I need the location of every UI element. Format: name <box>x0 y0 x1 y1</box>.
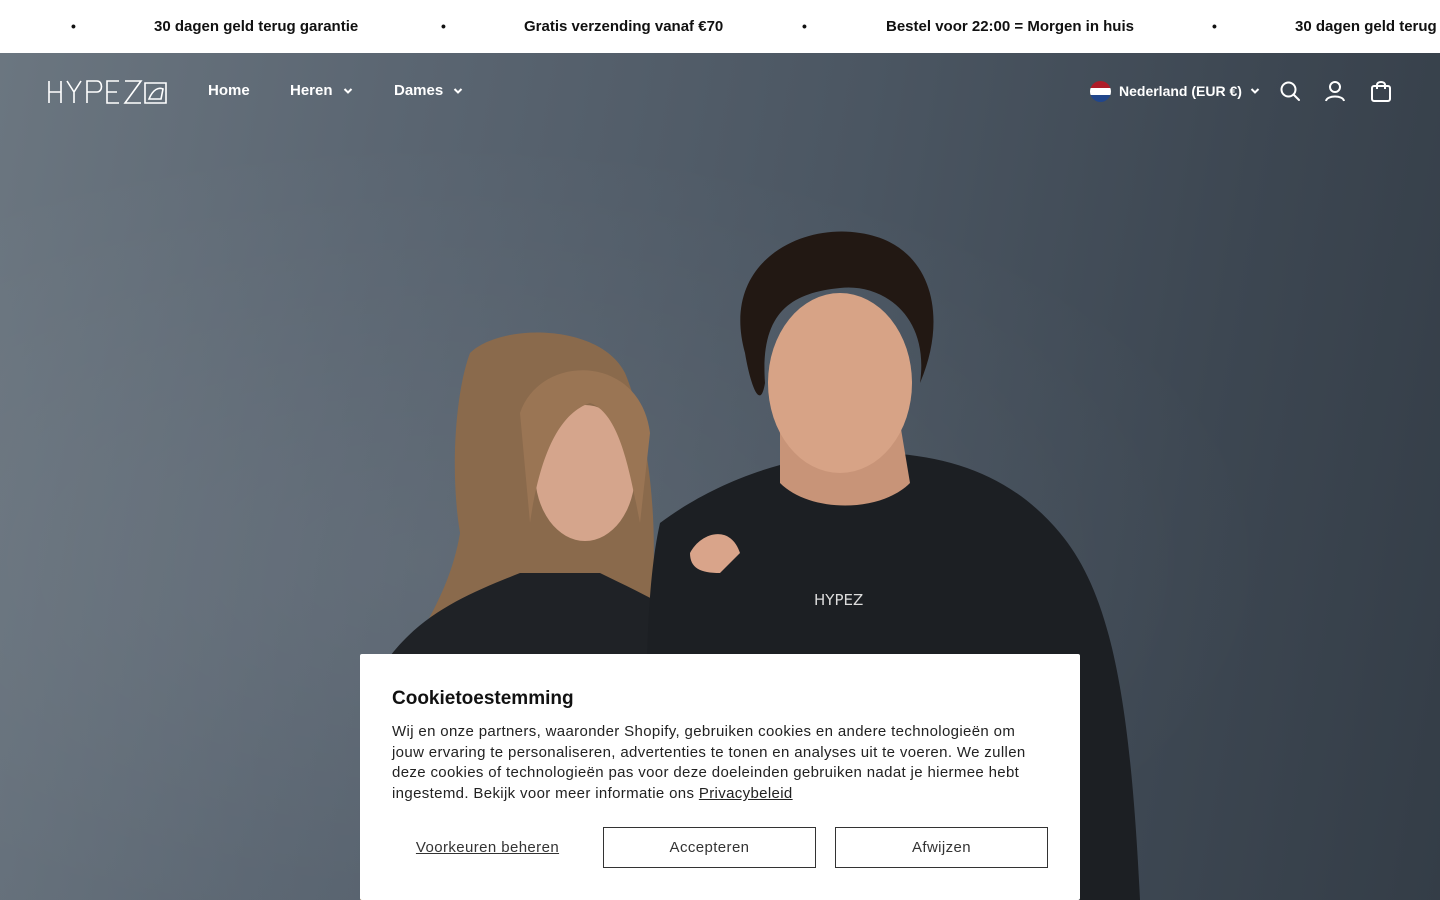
announcement-track: • 30 dagen geld terug garantie • Gratis … <box>0 0 1440 53</box>
site-header: Home Heren Dames Nederland (EUR €) <box>0 53 1440 129</box>
nav-home-label: Home <box>208 82 250 99</box>
locale-selector[interactable]: Nederland (EUR €) <box>1090 77 1260 105</box>
cart-icon[interactable] <box>1370 80 1392 102</box>
announcement-bar: • 30 dagen geld terug garantie • Gratis … <box>0 0 1440 53</box>
privacy-policy-link[interactable]: Privacybeleid <box>699 785 793 802</box>
cookie-consent-banner: Cookietoestemming Wij en onze partners, … <box>360 654 1080 900</box>
manage-preferences-button[interactable]: Voorkeuren beheren <box>392 827 583 868</box>
cookie-actions: Voorkeuren beheren Accepteren Afwijzen <box>392 827 1048 868</box>
cookie-description: Wij en onze partners, waaronder Shopify,… <box>392 722 1048 805</box>
hypez-logo[interactable] <box>47 79 168 105</box>
nav-dames-label: Dames <box>394 82 444 99</box>
announcement-item: Bestel voor 22:00 = Morgen in huis <box>886 18 1134 35</box>
announcement-item: 30 dagen geld terug <box>1295 18 1437 35</box>
announcement-separator: • <box>441 18 446 34</box>
nav-home[interactable]: Home <box>208 77 250 105</box>
announcement-separator: • <box>1212 18 1217 34</box>
chevron-down-icon <box>343 88 352 94</box>
search-icon[interactable] <box>1279 80 1301 102</box>
announcement-separator: • <box>802 18 807 34</box>
locale-label: Nederland (EUR €) <box>1119 83 1242 99</box>
announcement-separator: • <box>71 18 76 34</box>
nav-dames[interactable]: Dames <box>394 77 463 105</box>
announcement-item: 30 dagen geld terug garantie <box>154 18 359 35</box>
shirt-logo-man: HYPEZ <box>814 591 863 609</box>
nl-flag-icon <box>1090 80 1111 102</box>
account-icon[interactable] <box>1324 80 1346 102</box>
nav-heren-label: Heren <box>290 82 333 99</box>
decline-button[interactable]: Afwijzen <box>835 827 1048 868</box>
cookie-title: Cookietoestemming <box>392 688 574 709</box>
nav-heren[interactable]: Heren <box>290 77 353 105</box>
chevron-down-icon <box>453 88 463 94</box>
chevron-down-icon <box>1250 88 1260 94</box>
announcement-item: Gratis verzending vanaf €70 <box>524 18 724 35</box>
accept-button[interactable]: Accepteren <box>603 827 816 868</box>
